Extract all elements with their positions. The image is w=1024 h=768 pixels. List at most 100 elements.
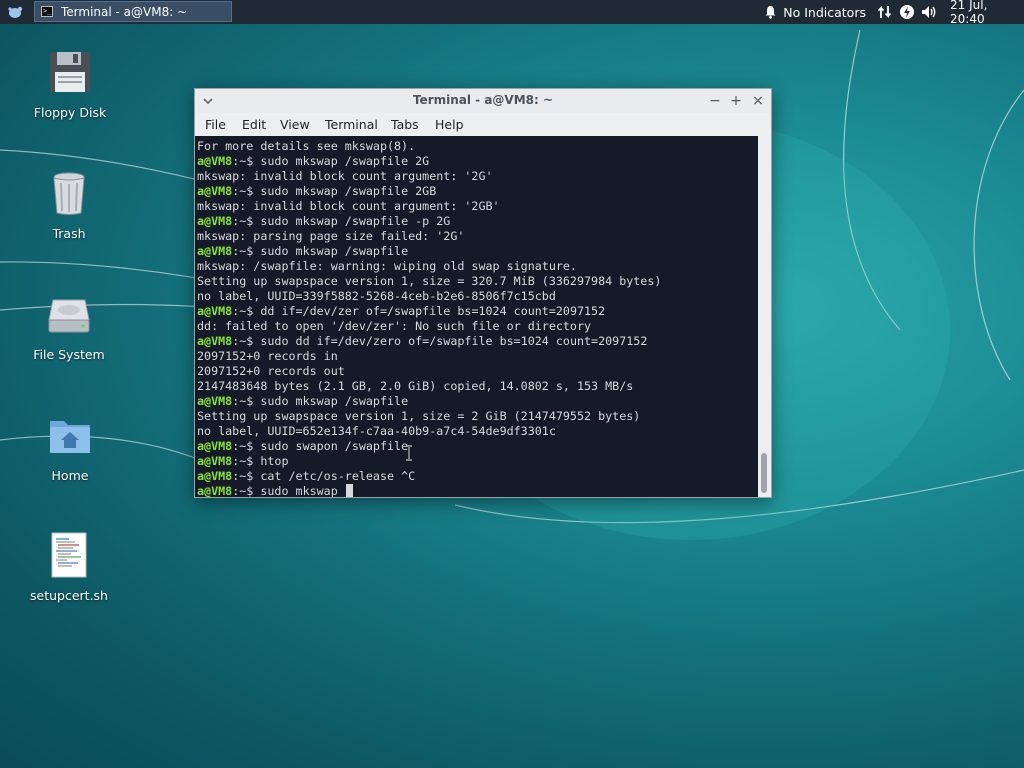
scrollbar-thumb[interactable] [761,453,767,493]
menu-help[interactable]: Help [435,117,464,132]
terminal-command-line: a@VM8:~$ sudo mkswap /swapfile 2GB [197,184,758,199]
desktop-icon-label: Floppy Disk [33,105,107,120]
prompt-suffix: :~$ [232,304,261,318]
trash-icon [53,172,85,215]
command-text: cat /etc/os-release ^C [260,469,416,483]
shell-prompt: a@VM8 [197,469,233,483]
hard-drive-icon [48,299,90,333]
shell-prompt: a@VM8 [197,484,233,497]
command-text: sudo mkswap /swapfile [260,244,409,258]
menu-tabs[interactable]: Tabs [391,117,419,132]
clock[interactable]: 21 Jul, 20:40 [950,0,1020,26]
xfce-mouse-icon [8,6,23,18]
terminal-command-line: a@VM8:~$ cat /etc/os-release ^C [197,469,758,484]
command-text: sudo swapon /swapfile [260,439,409,453]
desktop-icon-setupcert[interactable]: setupcert.sh [19,531,119,603]
taskbar-window-title: Terminal - a@VM8: ~ [61,4,188,19]
command-text: sudo mkswap /swapfile -p 2G [260,214,451,228]
output-text: dd: failed to open '/dev/zer': No such f… [197,319,592,333]
prompt-suffix: :~$ [232,334,261,348]
menu-view[interactable]: View [280,117,310,132]
prompt-suffix: :~$ [232,244,261,258]
desktop-icon-home[interactable]: Home [20,411,120,483]
prompt-suffix: :~$ [232,394,261,408]
output-text: 2097152+0 records in [197,349,338,363]
terminal-command-line: a@VM8:~$ htop [197,454,758,469]
shell-prompt: a@VM8 [197,304,233,318]
terminal-output[interactable]: For more details see mkswap(8). a@VM8:~$ … [195,136,758,497]
shell-prompt: a@VM8 [197,244,233,258]
maximize-icon[interactable]: + [727,92,745,110]
prompt-suffix: :~$ [232,154,261,168]
desktop-icon-label: setupcert.sh [30,588,108,603]
output-text: For more details see mkswap(8). [197,139,416,153]
menu-edit[interactable]: Edit [242,117,266,132]
command-text: sudo mkswap /swapfile 2G [260,154,430,168]
text-cursor [345,484,353,497]
output-text: 2147483648 bytes (2.1 GB, 2.0 GiB) copie… [197,379,634,393]
mouse-ibeam-cursor-icon [406,445,412,461]
indicators-label[interactable]: No Indicators [783,5,866,20]
terminal-command-line: a@VM8:~$ sudo mkswap /swapfile -p 2G [197,214,758,229]
top-panel: >_ Terminal - a@VM8: ~ No Indicators 21 … [0,0,1024,26]
terminal-output-line: no label, UUID=652e134f-c7aa-40b9-a7c4-5… [197,424,758,439]
minimize-icon[interactable]: − [706,92,724,110]
terminal-output-line: 2147483648 bytes (2.1 GB, 2.0 GiB) copie… [197,379,758,394]
terminal-command-line: a@VM8:~$ sudo swapon /swapfile [197,439,758,454]
terminal-output-line: mkswap: parsing page size failed: '2G' [197,229,758,244]
menu-file[interactable]: File [205,117,226,132]
prompt-suffix: :~$ [232,454,261,468]
output-text: no label, UUID=652e134f-c7aa-40b9-a7c4-5… [197,424,556,438]
command-text: sudo dd if=/dev/zero of=/swapfile bs=102… [260,334,648,348]
system-tray: No Indicators 21 Jul, 20:40 [759,0,1024,26]
prompt-suffix: :~$ [232,184,261,198]
command-text: sudo mkswap /swapfile 2GB [260,184,437,198]
shell-prompt: a@VM8 [197,394,233,408]
desktop-icon-trash[interactable]: Trash [19,169,119,241]
terminal-icon: >_ [41,6,53,17]
volume-icon[interactable] [920,3,938,21]
desktop-icon-file-system[interactable]: File System [19,290,119,362]
prompt-suffix: :~$ [232,469,261,483]
menu-terminal[interactable]: Terminal [325,117,378,132]
close-icon[interactable]: × [749,92,767,110]
shell-prompt: a@VM8 [197,439,233,453]
prompt-suffix: :~$ [232,214,261,228]
terminal-text: For more details see mkswap(8). a@VM8:~$ … [195,136,758,497]
desktop-icon-label: File System [33,347,105,362]
shell-prompt: a@VM8 [197,454,233,468]
terminal-output-line: mkswap: /swapfile: warning: wiping old s… [197,259,758,274]
home-folder-icon [50,421,90,453]
shell-prompt: a@VM8 [197,154,233,168]
desktop-icon-floppy-disk[interactable]: Floppy Disk [20,48,120,120]
prompt-suffix: :~$ [232,439,261,453]
terminal-window[interactable]: Terminal - a@VM8: ~ − + × File Edit View… [194,88,772,498]
menubar: File Edit View Terminal Tabs Help [195,113,771,136]
taskbar-window-button[interactable]: >_ Terminal - a@VM8: ~ [34,1,232,22]
terminal-output-line: Setting up swapspace version 1, size = 2… [197,409,758,424]
terminal-output-line: For more details see mkswap(8). [197,139,758,154]
desktop: >_ Terminal - a@VM8: ~ No Indicators 21 … [0,0,1024,768]
output-text: mkswap: parsing page size failed: '2G' [197,229,465,243]
terminal-output-line: Setting up swapspace version 1, size = 3… [197,274,758,289]
output-text: 2097152+0 records out [197,364,345,378]
network-transfer-icon[interactable] [876,3,894,21]
terminal-command-line: a@VM8:~$ sudo mkswap [197,484,758,497]
command-text: dd if=/dev/zer of=/swapfile bs=1024 coun… [260,304,606,318]
shell-prompt: a@VM8 [197,214,233,228]
power-manager-icon[interactable] [898,3,916,21]
terminal-output-line: 2097152+0 records in [197,349,758,364]
applications-menu-button[interactable] [4,2,26,22]
terminal-output-line: mkswap: invalid block count argument: '2… [197,169,758,184]
terminal-scrollbar[interactable] [758,136,771,497]
output-text: Setting up swapspace version 1, size = 3… [197,274,662,288]
notification-bell-icon[interactable] [761,3,779,21]
command-text: htop [260,454,289,468]
terminal-command-line: a@VM8:~$ sudo mkswap /swapfile [197,244,758,259]
output-text: mkswap: invalid block count argument: '2… [197,169,493,183]
output-text: no label, UUID=339f5882-5268-4ceb-b2e6-8… [197,289,556,303]
terminal-output-line: 2097152+0 records out [197,364,758,379]
command-text: sudo mkswap [260,484,345,497]
window-titlebar[interactable]: Terminal - a@VM8: ~ − + × [195,89,771,113]
window-title: Terminal - a@VM8: ~ [412,93,554,107]
